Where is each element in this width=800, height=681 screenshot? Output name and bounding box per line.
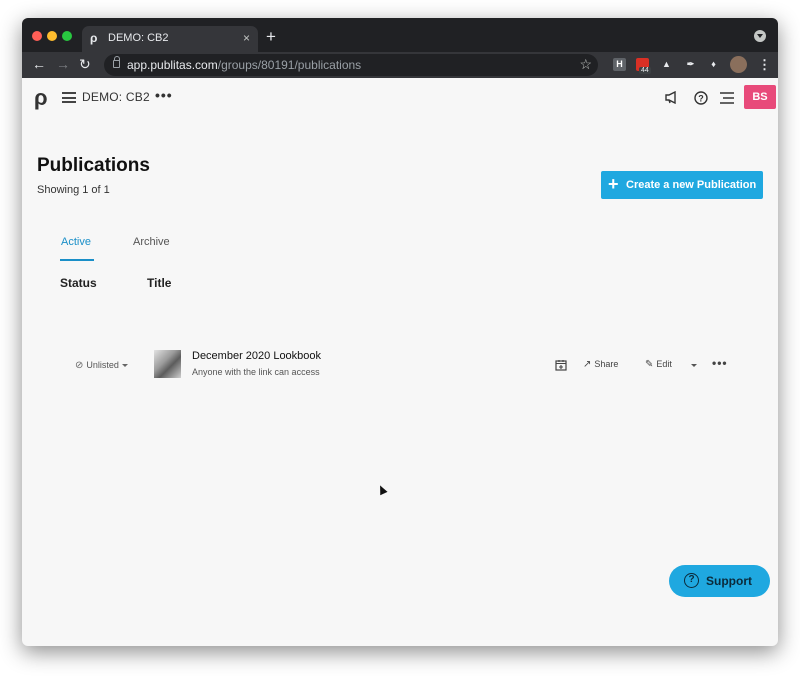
extensions-puzzle-icon[interactable]: ♦	[707, 58, 720, 71]
support-label: Support	[706, 574, 752, 588]
publication-thumbnail[interactable]	[154, 350, 181, 378]
tab-active[interactable]: Active	[61, 236, 91, 248]
list-menu-icon[interactable]	[720, 91, 734, 109]
reload-icon[interactable]: ↻	[79, 56, 91, 73]
column-header-title[interactable]: Title	[147, 276, 171, 290]
svg-text:?: ?	[698, 94, 704, 104]
announcements-megaphone-icon[interactable]	[665, 90, 679, 109]
user-avatar[interactable]: BS	[744, 85, 776, 109]
table-row[interactable]: ⊘ Unlisted December 2020 Lookbook Anyone …	[22, 346, 778, 386]
browser-menu-icon[interactable]: ⋮	[758, 57, 771, 73]
back-arrow-icon[interactable]: ←	[32, 56, 46, 72]
column-header-status[interactable]: Status	[60, 276, 97, 290]
status-dropdown[interactable]: ⊘ Unlisted	[75, 360, 128, 371]
close-window-button[interactable]	[32, 31, 42, 41]
url-host: app.publitas.com	[127, 58, 218, 72]
mouse-cursor-icon	[376, 483, 388, 496]
extension-h-icon[interactable]: H	[613, 58, 626, 71]
minimize-window-button[interactable]	[47, 31, 57, 41]
workspace-name[interactable]: DEMO: CB2	[82, 90, 150, 104]
chevron-down-icon	[121, 364, 128, 368]
edit-button[interactable]: ✎ Edit	[645, 359, 672, 370]
plus-icon: +	[608, 174, 619, 194]
browser-titlebar: ρ DEMO: CB2 × +	[22, 18, 778, 52]
eye-slash-icon: ⊘	[75, 360, 84, 371]
row-more-options-icon[interactable]: •••	[712, 356, 728, 370]
help-circle-icon: ?	[684, 573, 699, 588]
extension-tag-icon[interactable]: ▲	[660, 58, 673, 71]
page-title: Publications	[37, 155, 150, 176]
help-icon[interactable]: ?	[694, 91, 708, 110]
edit-label: Edit	[656, 359, 672, 369]
status-label: Unlisted	[86, 360, 119, 370]
publication-access-note: Anyone with the link can access	[192, 367, 320, 377]
url-path: /groups/80191/publications	[217, 58, 362, 72]
tab-title: DEMO: CB2	[108, 32, 169, 44]
create-publication-button[interactable]: + Create a new Publication	[601, 171, 763, 199]
maximize-window-button[interactable]	[62, 31, 72, 41]
tab-close-icon[interactable]: ×	[243, 31, 250, 45]
browser-toolbar: ← → ↻ app.publitas.com/groups/80191/publ…	[22, 52, 778, 78]
forward-arrow-icon[interactable]: →	[56, 56, 70, 72]
active-tab-indicator	[60, 259, 94, 261]
edit-dropdown-chevron-icon[interactable]	[691, 364, 697, 367]
tab-search-icon[interactable]	[754, 30, 766, 42]
create-publication-label: Create a new Publication	[626, 179, 757, 191]
extension-pen-icon[interactable]: ✒	[684, 58, 697, 71]
edit-icon: ✎	[645, 359, 654, 370]
schedule-calendar-icon[interactable]	[555, 359, 567, 373]
app-header: ρ DEMO: CB2 ••• ? BS	[22, 78, 778, 116]
share-button[interactable]: ↗ Share	[583, 359, 618, 370]
showing-count: Showing 1 of 1	[37, 184, 110, 196]
support-button[interactable]: ? Support	[669, 565, 770, 597]
new-tab-button[interactable]: +	[266, 27, 276, 47]
lock-icon	[113, 56, 120, 68]
publitas-favicon-icon: ρ	[90, 31, 98, 45]
share-icon: ↗	[583, 359, 592, 370]
publitas-logo[interactable]: ρ	[34, 85, 48, 111]
browser-window: ρ DEMO: CB2 × + ← → ↻ app.publitas.com/g…	[22, 18, 778, 646]
profile-avatar[interactable]	[730, 56, 747, 73]
address-bar[interactable]: app.publitas.com/groups/80191/publicatio…	[104, 54, 598, 76]
share-label: Share	[594, 359, 619, 369]
tab-archive[interactable]: Archive	[133, 236, 170, 248]
extension-badge: 44	[639, 67, 651, 74]
url-text: app.publitas.com/groups/80191/publicatio…	[127, 58, 361, 72]
workspace-more-icon[interactable]: •••	[155, 87, 173, 103]
bookmark-star-icon[interactable]: ☆	[579, 56, 592, 73]
hamburger-menu-icon[interactable]	[62, 92, 76, 103]
publication-title[interactable]: December 2020 Lookbook	[192, 350, 321, 362]
browser-tab[interactable]: ρ DEMO: CB2 ×	[82, 26, 258, 52]
